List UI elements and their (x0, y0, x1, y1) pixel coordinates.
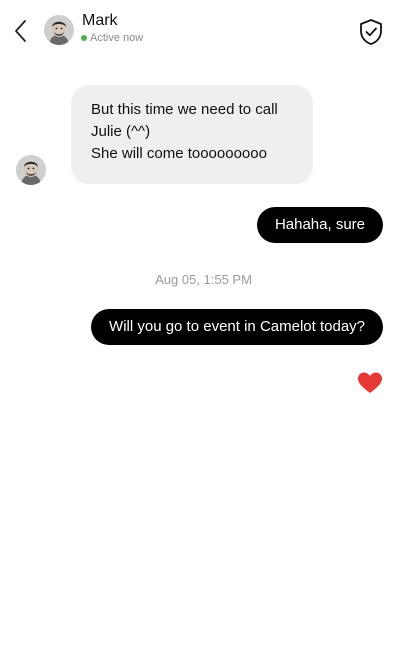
outgoing-message-bubble[interactable]: Hahaha, sure (256, 207, 383, 243)
outgoing-message-bubble[interactable]: Will you go to event in Camelot today? (91, 309, 383, 345)
online-dot-icon (81, 35, 87, 41)
chevron-left-icon[interactable] (10, 17, 32, 45)
shield-check-icon[interactable] (357, 17, 385, 47)
contact-name: Mark (82, 12, 118, 29)
sender-avatar[interactable] (16, 155, 46, 185)
message-line: She will come tooooooooo (91, 145, 267, 162)
message-timestamp: Aug 05, 1:55 PM (155, 272, 252, 287)
chat-header: Mark Active now (0, 0, 403, 64)
status-text: Active now (90, 32, 144, 44)
presence-status: Active now (81, 32, 143, 44)
incoming-message-bubble[interactable]: But this time we need to call Julie (^^)… (71, 85, 313, 184)
message-line: But this time we need to call (91, 101, 278, 118)
avatar[interactable] (44, 15, 74, 45)
message-line: Julie (^^) (91, 123, 151, 140)
heart-icon[interactable] (357, 371, 383, 395)
